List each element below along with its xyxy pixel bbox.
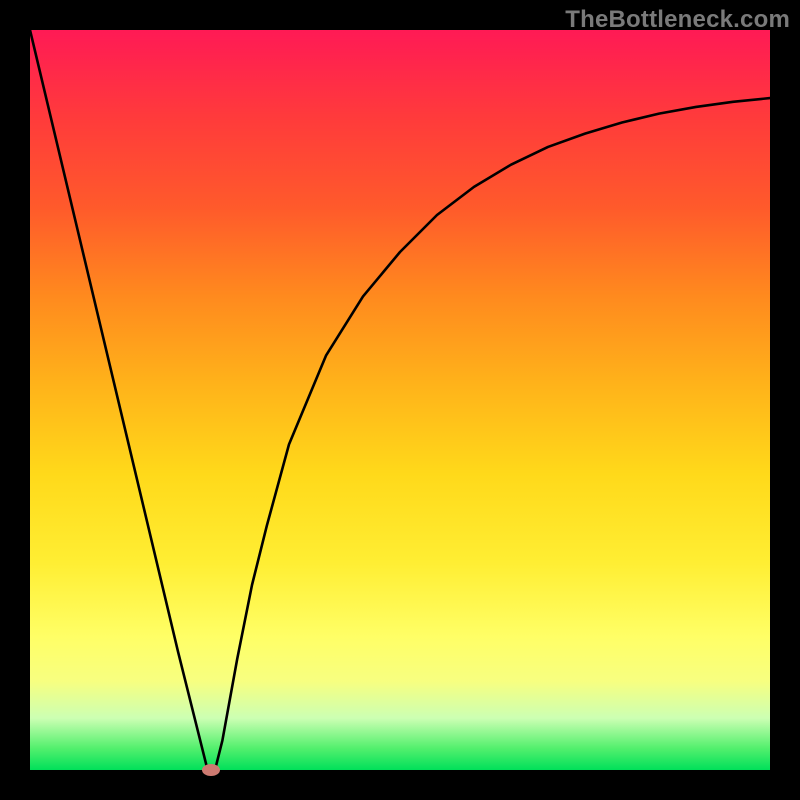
bottleneck-curve — [30, 30, 770, 770]
chart-frame: TheBottleneck.com — [0, 0, 800, 800]
watermark-text: TheBottleneck.com — [565, 6, 790, 34]
minimum-marker — [202, 764, 220, 776]
plot-area — [30, 30, 770, 770]
curve-path — [30, 30, 770, 770]
